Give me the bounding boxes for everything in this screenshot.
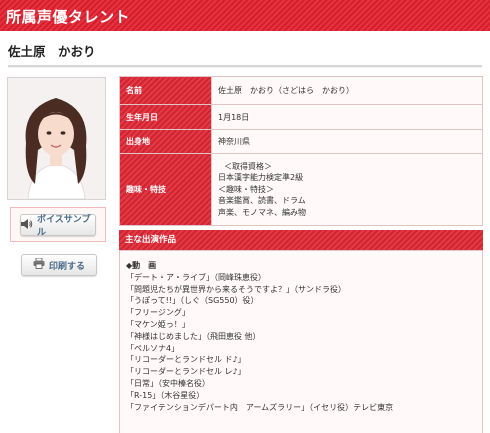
hobby-line: 音楽鑑賞、読書、ドラム (218, 196, 306, 206)
page-header: 所属声優タレント (0, 0, 490, 31)
work-item: 「うぽって!!」（しぐ（SG550）役） (126, 296, 259, 306)
profile-value: 神奈川県 (211, 129, 483, 154)
voice-sample-button[interactable]: ボイスサンプル (20, 214, 96, 238)
work-item: 「リコーダーとランドセル ド♪」 (126, 355, 246, 365)
work-item: 「神様はじめました」（飛田恵役 他） (126, 331, 261, 341)
profile-label: 名前 (119, 76, 212, 105)
works-list: ◆動 画 「デート・ア・ライブ」（岡峰珠恵役） 「問題児たちが異世界から来るそう… (119, 250, 483, 433)
print-button[interactable]: 印刷する (21, 254, 97, 276)
profile-label: 生年月日 (119, 104, 212, 130)
hobby-line: 日本漢字能力検定準2級 (218, 173, 304, 183)
work-item: 「フリージング」 (126, 308, 190, 318)
profile-value: 佐土原 かおり（さどはら かおり） (211, 76, 483, 105)
profile-value: ＜取得資格＞ 日本漢字能力検定準2級 ＜趣味・特技＞ 音楽鑑賞、読書、ドラム 声… (211, 153, 483, 226)
work-item: 「マケン姫っ！」 (126, 319, 190, 329)
work-item: 「リコーダーとランドセル レ♪」 (126, 367, 246, 377)
talent-photo (7, 77, 106, 200)
talent-name: 佐土原 かおり (8, 44, 96, 59)
talent-name-row: 佐土原 かおり (8, 41, 482, 68)
portrait-illustration (8, 78, 105, 199)
profile-row-birthday: 生年月日 1月18日 (119, 104, 483, 130)
profile-table: 名前 佐土原 かおり（さどはら かおり） 生年月日 1月18日 出身地 神奈川県… (119, 76, 483, 226)
voice-sample-box: ボイスサンプル (10, 207, 106, 242)
name-divider (8, 65, 482, 68)
hobby-line: ＜取得資格＞ (224, 161, 272, 171)
works-category: ◆動 画 (126, 261, 157, 270)
work-item: 「デート・ア・ライブ」（岡峰珠恵役） (126, 272, 266, 282)
profile-row-hobbies: 趣味・特技 ＜取得資格＞ 日本漢字能力検定準2級 ＜趣味・特技＞ 音楽鑑賞、読書… (119, 153, 483, 226)
profile-value: 1月18日 (211, 104, 483, 130)
profile-row-name: 名前 佐土原 かおり（さどはら かおり） (119, 76, 483, 105)
work-item: 「R-15」（木谷星役） (126, 390, 205, 400)
printer-icon (33, 257, 45, 272)
speaker-icon (21, 218, 33, 232)
work-item: 「ペルソナ4」 (126, 343, 180, 353)
hobby-line: 声楽、モノマネ、編み物 (218, 207, 306, 217)
work-item: 「日常」（安中榛名役） (126, 378, 210, 388)
hobby-line: ＜趣味・特技＞ (218, 184, 274, 194)
works-header: 主な出演作品 (119, 230, 483, 250)
work-item: 「ファイテンションデパート内 アームズラリー」（イセリ役）テレビ東京 (126, 402, 394, 412)
profile-label: 趣味・特技 (119, 153, 212, 226)
profile-row-birthplace: 出身地 神奈川県 (119, 129, 483, 154)
print-label: 印刷する (48, 261, 85, 272)
profile-label: 出身地 (119, 129, 212, 154)
work-item: 「問題児たちが異世界から来るそうですよ？」（サンドラ役） (126, 284, 346, 294)
voice-sample-label: ボイスサンプル (37, 215, 91, 238)
page-title: 所属声優タレント (6, 8, 131, 26)
